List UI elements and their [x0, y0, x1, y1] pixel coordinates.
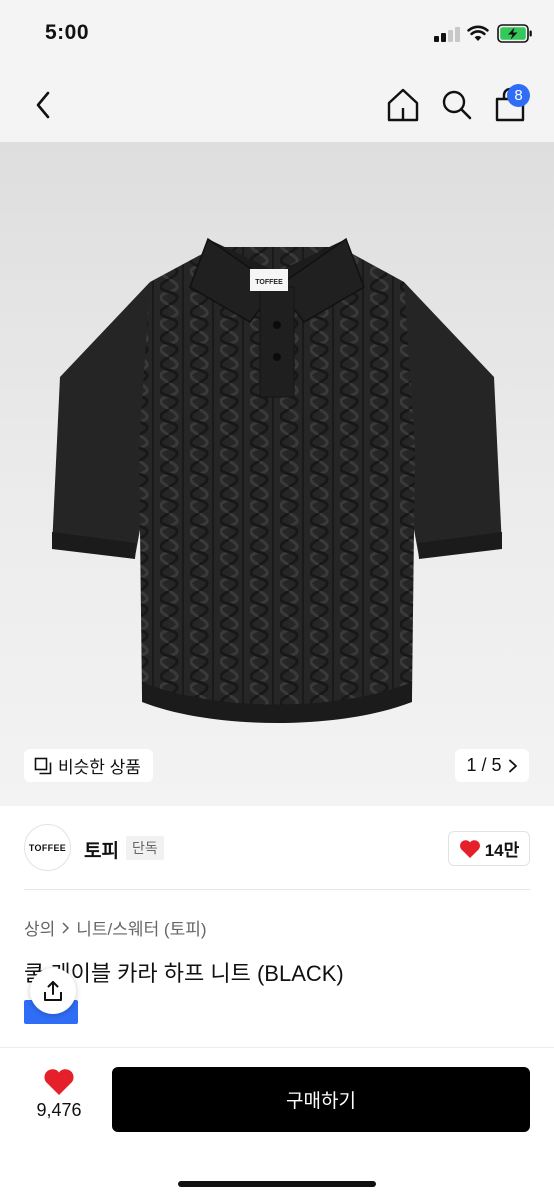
chevron-left-icon — [36, 91, 50, 119]
search-button[interactable] — [439, 86, 475, 124]
back-button[interactable] — [26, 86, 60, 124]
breadcrumb-subcategory[interactable]: 니트/스웨터 (토피) — [76, 915, 206, 940]
brand-like-count: 14만 — [484, 841, 520, 860]
home-icon — [387, 88, 419, 122]
divider — [0, 1047, 554, 1048]
product-like-button[interactable]: 9,476 — [24, 1068, 94, 1130]
chevron-right-icon — [62, 921, 70, 934]
exclusive-badge: 단독 — [126, 836, 164, 860]
battery-charging-icon — [497, 24, 532, 43]
top-nav-bar — [0, 70, 554, 142]
buy-button[interactable]: 구매하기 — [112, 1067, 530, 1132]
home-button[interactable] — [385, 86, 421, 124]
brand-name[interactable]: 토피 — [84, 836, 119, 863]
share-button[interactable] — [30, 968, 76, 1014]
heart-icon — [44, 1069, 74, 1095]
signal-icon — [434, 26, 460, 42]
heart-icon — [459, 839, 480, 858]
status-bar: 5:00 — [0, 0, 554, 70]
wifi-icon — [467, 25, 489, 41]
brand-like-button[interactable]: 14만 — [448, 831, 530, 866]
status-time: 5:00 — [45, 21, 90, 44]
image-page-indicator[interactable]: 1 / 5 — [455, 749, 529, 782]
cart-count-badge: 8 — [507, 84, 530, 107]
image-page-count: 1 / 5 — [466, 755, 502, 775]
chevron-right-icon — [508, 759, 517, 772]
share-icon — [44, 981, 62, 1001]
breadcrumb: 상의 니트/스웨터 (토피) — [24, 915, 207, 940]
home-indicator[interactable] — [178, 1181, 376, 1187]
divider — [24, 889, 530, 890]
product-like-count: 9,476 — [36, 1100, 82, 1120]
breadcrumb-category[interactable]: 상의 — [24, 915, 55, 940]
brand-logo-text: TOFFEE — [28, 842, 67, 853]
similar-products-button[interactable]: 비슷한 상품 — [24, 749, 153, 782]
search-icon — [442, 90, 472, 120]
brand-logo[interactable]: TOFFEE — [24, 824, 71, 871]
svg-text:TOFFEE: TOFFEE — [255, 279, 283, 286]
similar-products-label: 비슷한 상품 — [58, 758, 141, 777]
similar-items-icon — [34, 757, 52, 774]
product-image-area[interactable]: TOFFEE 비슷한 상품 1 / 5 — [0, 142, 554, 806]
product-image: TOFFEE — [52, 237, 502, 723]
